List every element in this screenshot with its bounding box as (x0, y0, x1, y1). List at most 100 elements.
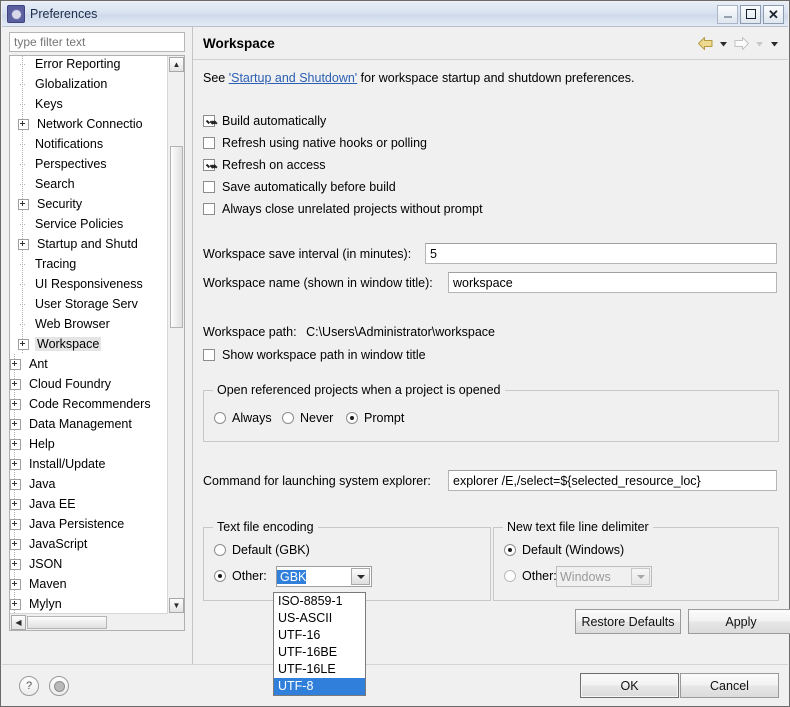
horizontal-scroll-thumb[interactable] (27, 616, 107, 629)
sidebar-item-startup-and-shutd[interactable]: Startup and Shutd (10, 234, 168, 254)
expand-plus-icon[interactable] (18, 118, 29, 130)
back-arrow-icon[interactable] (697, 36, 714, 51)
scroll-up-button[interactable]: ▲ (169, 57, 184, 72)
radio-prompt[interactable]: Prompt (346, 411, 404, 425)
tree-vertical-scrollbar[interactable]: ▲ ▼ (167, 56, 184, 614)
expand-plus-icon[interactable] (10, 498, 21, 510)
dropdown-item[interactable]: UTF-16 (274, 627, 365, 644)
startup-shutdown-link[interactable]: 'Startup and Shutdown' (229, 71, 357, 85)
scroll-left-button[interactable]: ◀ (11, 615, 26, 630)
checkbox-show-workspace-path[interactable]: Show workspace path in window title (203, 346, 426, 364)
expand-plus-icon[interactable] (10, 518, 21, 530)
view-menu-chevron-down-icon[interactable] (769, 38, 780, 49)
sidebar-item-maven[interactable]: Maven (10, 574, 168, 594)
sidebar-item-search[interactable]: Search (10, 174, 168, 194)
expand-plus-icon[interactable] (10, 378, 21, 390)
shell-status-icon[interactable] (49, 676, 69, 696)
checkbox-build-automatically[interactable]: Build automatically (203, 112, 326, 130)
sidebar-item-java-persistence[interactable]: Java Persistence (10, 514, 168, 534)
sidebar-item-service-policies[interactable]: Service Policies (10, 214, 168, 234)
workspace-name-input[interactable] (448, 272, 777, 293)
dropdown-item[interactable]: UTF-16LE (274, 661, 365, 678)
sidebar-item-user-storage-serv[interactable]: User Storage Serv (10, 294, 168, 314)
radio-delimiter-other[interactable]: Other: (504, 569, 557, 583)
expand-plus-icon[interactable] (10, 538, 21, 550)
expand-plus-icon[interactable] (10, 478, 21, 490)
sidebar-item-tracing[interactable]: Tracing (10, 254, 168, 274)
expand-plus-icon[interactable] (18, 338, 29, 350)
title-bar[interactable]: Preferences ✕ (2, 2, 788, 27)
radio-always[interactable]: Always (214, 411, 272, 425)
restore-defaults-button[interactable]: Restore Defaults (575, 609, 681, 634)
sidebar-item-help[interactable]: Help (10, 434, 168, 454)
checkbox-box[interactable] (203, 349, 215, 361)
checkbox-box[interactable] (203, 115, 215, 127)
radio-button[interactable] (504, 544, 516, 556)
sidebar-item-ant[interactable]: Ant (10, 354, 168, 374)
expand-plus-icon[interactable] (10, 358, 21, 370)
close-button[interactable]: ✕ (763, 4, 784, 24)
sidebar-item-globalization[interactable]: Globalization (10, 74, 168, 94)
expand-plus-icon[interactable] (10, 418, 21, 430)
dropdown-item[interactable]: UTF-8 (274, 678, 365, 695)
sidebar-item-install-update[interactable]: Install/Update (10, 454, 168, 474)
expand-plus-icon[interactable] (10, 578, 21, 590)
radio-button[interactable] (282, 412, 294, 424)
sidebar-item-cloud-foundry[interactable]: Cloud Foundry (10, 374, 168, 394)
preference-tree[interactable]: Error Reporting Globalization Keys Network … (9, 55, 185, 631)
cancel-button[interactable]: Cancel (680, 673, 779, 698)
checkbox-refresh-native-hooks[interactable]: Refresh using native hooks or polling (203, 134, 427, 152)
sidebar-item-error-reporting[interactable]: Error Reporting (10, 56, 168, 74)
sidebar-item-java[interactable]: Java (10, 474, 168, 494)
radio-button[interactable] (214, 412, 226, 424)
vertical-scroll-thumb[interactable] (170, 146, 183, 328)
radio-button[interactable] (214, 544, 226, 556)
sidebar-item-java-ee[interactable]: Java EE (10, 494, 168, 514)
expand-plus-icon[interactable] (10, 438, 21, 450)
sidebar-item-network-connectio[interactable]: Network Connectio (10, 114, 168, 134)
maximize-button[interactable] (740, 4, 761, 24)
sidebar-item-keys[interactable]: Keys (10, 94, 168, 114)
expand-plus-icon[interactable] (18, 198, 29, 210)
help-icon[interactable]: ? (19, 676, 39, 696)
expand-plus-icon[interactable] (10, 598, 21, 610)
sidebar-item-perspectives[interactable]: Perspectives (10, 154, 168, 174)
sidebar-item-javascript[interactable]: JavaScript (10, 534, 168, 554)
search-input[interactable] (9, 32, 185, 52)
radio-button[interactable] (346, 412, 358, 424)
radio-encoding-other[interactable]: Other: (214, 569, 267, 583)
sidebar-item-code-recommenders[interactable]: Code Recommenders (10, 394, 168, 414)
encoding-dropdown-list[interactable]: ISO-8859-1 US-ASCII UTF-16 UTF-16BE UTF-16LE… (273, 592, 366, 696)
apply-button[interactable]: Apply (688, 609, 790, 634)
sidebar-item-data-management[interactable]: Data Management (10, 414, 168, 434)
sidebar-item-workspace[interactable]: Workspace (10, 334, 168, 354)
expand-plus-icon[interactable] (10, 458, 21, 470)
sidebar-item-mylyn[interactable]: Mylyn (10, 594, 168, 614)
radio-button[interactable] (214, 570, 226, 582)
dropdown-item[interactable]: UTF-16BE (274, 644, 365, 661)
radio-delimiter-default[interactable]: Default (Windows) (504, 543, 624, 557)
sidebar-item-ui-responsiveness[interactable]: UI Responsiveness (10, 274, 168, 294)
dropdown-item[interactable]: US-ASCII (274, 610, 365, 627)
radio-never[interactable]: Never (282, 411, 333, 425)
radio-button[interactable] (504, 570, 516, 582)
sidebar-item-notifications[interactable]: Notifications (10, 134, 168, 154)
checkbox-box[interactable] (203, 181, 215, 193)
scroll-down-button[interactable]: ▼ (169, 598, 184, 613)
encoding-combo[interactable]: GBK (276, 566, 372, 587)
system-explorer-input[interactable] (448, 470, 777, 491)
checkbox-refresh-on-access[interactable]: Refresh on access (203, 156, 326, 174)
tree-horizontal-scrollbar[interactable]: ◀ ▶ (10, 613, 168, 630)
back-dropdown-chevron-down-icon[interactable] (718, 38, 729, 49)
sidebar-item-web-browser[interactable]: Web Browser (10, 314, 168, 334)
encoding-combo-chevron-down-icon[interactable] (351, 568, 370, 585)
checkbox-box[interactable] (203, 159, 215, 171)
radio-encoding-default[interactable]: Default (GBK) (214, 543, 310, 557)
dropdown-item[interactable]: ISO-8859-1 (274, 593, 365, 610)
checkbox-box[interactable] (203, 137, 215, 149)
sidebar-item-json[interactable]: JSON (10, 554, 168, 574)
sidebar-item-security[interactable]: Security (10, 194, 168, 214)
ok-button[interactable]: OK (580, 673, 679, 698)
checkbox-close-unrelated-projects[interactable]: Always close unrelated projects without … (203, 200, 483, 218)
expand-plus-icon[interactable] (10, 398, 21, 410)
